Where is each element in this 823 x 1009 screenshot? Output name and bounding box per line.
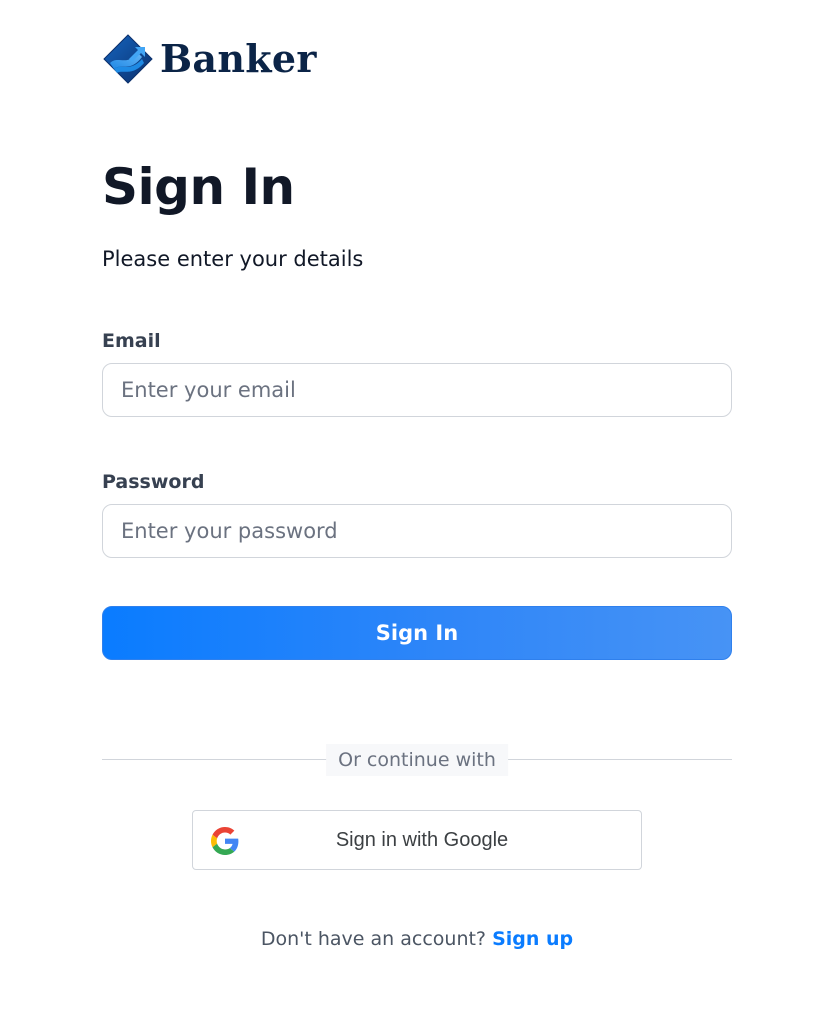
banker-logo-icon xyxy=(103,34,153,84)
page-title: Sign In xyxy=(102,158,295,216)
sign-in-button[interactable]: Sign In xyxy=(102,606,732,660)
page-subtitle: Please enter your details xyxy=(102,247,364,271)
google-sign-in-button[interactable]: Sign in with Google xyxy=(192,810,642,870)
email-label: Email xyxy=(102,330,161,352)
sign-up-link[interactable]: Sign up xyxy=(492,928,573,950)
password-field[interactable] xyxy=(102,504,732,558)
divider-text: Or continue with xyxy=(326,744,508,776)
brand-logo[interactable]: Banker xyxy=(102,33,317,85)
signup-prompt: Don't have an account? Sign up xyxy=(102,928,732,950)
google-icon xyxy=(211,827,239,855)
or-divider: Or continue with xyxy=(102,744,732,776)
brand-name: Banker xyxy=(160,36,317,81)
password-label: Password xyxy=(102,471,205,493)
google-button-label: Sign in with Google xyxy=(335,828,509,851)
email-field[interactable] xyxy=(102,363,732,417)
signup-prompt-text: Don't have an account? xyxy=(260,928,487,950)
